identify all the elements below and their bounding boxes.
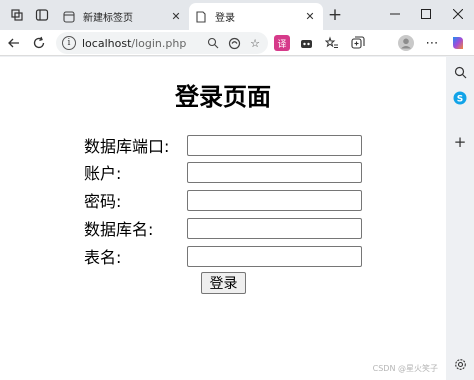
field-label: 数据库名: xyxy=(84,220,154,239)
favorites-icon[interactable] xyxy=(324,35,340,51)
extension-icon[interactable] xyxy=(298,35,314,51)
tab-login[interactable]: 登录 ✕ xyxy=(189,3,323,30)
browser-toolbar: i localhost/login.php ☆ 译 ⋯ xyxy=(0,30,474,56)
field-label: 密码: xyxy=(84,192,122,211)
info-icon[interactable]: i xyxy=(62,36,76,50)
tab-title: 登录 xyxy=(215,13,235,24)
field-row-table-name: 表名: xyxy=(84,245,362,267)
db-port-input[interactable] xyxy=(187,134,362,156)
tab-new-tab[interactable]: 新建标签页 ✕ xyxy=(57,3,189,30)
watermark: CSDN @星火笑子 xyxy=(372,364,438,373)
svg-text:S: S xyxy=(457,95,463,105)
field-row-db-name: 数据库名: xyxy=(84,217,362,239)
settings-icon[interactable] xyxy=(451,355,469,373)
web-page: 登录页面 数据库端口: 账户: 密码: 数据库名: 表名: 登录 CSDN @星… xyxy=(0,57,446,380)
login-button[interactable]: 登录 xyxy=(201,272,246,294)
read-aloud-icon[interactable] xyxy=(226,35,242,51)
more-icon[interactable]: ⋯ xyxy=(424,35,440,51)
page-favicon xyxy=(195,10,207,23)
add-icon[interactable]: + xyxy=(451,133,469,151)
field-label: 数据库端口: xyxy=(84,137,170,156)
plus-icon[interactable]: + xyxy=(326,5,344,25)
field-label: 表名: xyxy=(84,248,122,267)
minimize-icon[interactable] xyxy=(383,3,407,25)
search-icon[interactable] xyxy=(451,63,469,81)
account-input[interactable] xyxy=(187,161,362,183)
table-name-input[interactable] xyxy=(187,245,362,267)
url-host: localhost xyxy=(82,36,132,50)
maximize-icon[interactable] xyxy=(414,3,438,25)
db-name-input[interactable] xyxy=(187,217,362,239)
field-row-password: 密码: xyxy=(84,189,362,211)
profile-avatar[interactable] xyxy=(398,35,414,51)
field-row-account: 账户: xyxy=(84,161,362,183)
collections-icon[interactable] xyxy=(350,35,366,51)
url-path: /login.php xyxy=(131,36,187,50)
zoom-icon[interactable] xyxy=(205,35,221,51)
close-window-icon[interactable] xyxy=(446,3,470,25)
new-tab-favicon xyxy=(63,10,75,23)
tab-actions-icon[interactable] xyxy=(33,6,51,24)
edge-sidebar: S + xyxy=(446,57,474,380)
workspaces-icon[interactable] xyxy=(8,6,26,24)
copilot-icon[interactable] xyxy=(450,35,466,51)
url-text[interactable]: localhost/login.php xyxy=(82,37,205,50)
field-row-db-port: 数据库端口: xyxy=(84,134,362,156)
tab-title: 新建标签页 xyxy=(83,13,133,24)
field-label: 账户: xyxy=(84,164,122,183)
skype-icon[interactable]: S xyxy=(451,89,469,107)
address-bar[interactable]: i localhost/login.php ☆ xyxy=(56,32,268,54)
translate-extension-icon[interactable]: 译 xyxy=(274,35,290,51)
close-icon[interactable]: ✕ xyxy=(303,10,317,24)
favorite-star-icon[interactable]: ☆ xyxy=(247,35,263,51)
tab-strip: 新建标签页 ✕ 登录 ✕ + xyxy=(0,0,474,30)
refresh-icon[interactable] xyxy=(29,33,49,53)
back-icon[interactable] xyxy=(4,33,24,53)
close-icon[interactable]: ✕ xyxy=(169,10,183,24)
page-title: 登录页面 xyxy=(175,83,271,111)
password-input[interactable] xyxy=(187,189,362,211)
